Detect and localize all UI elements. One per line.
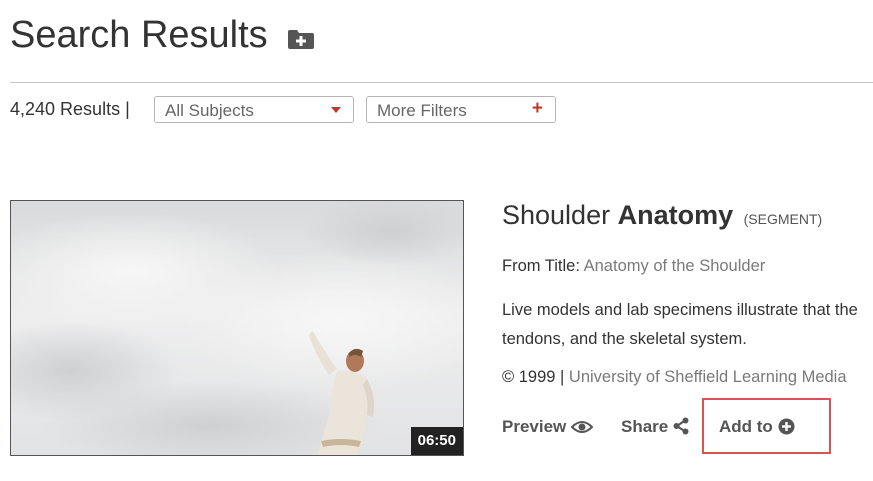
copyright-line: © 1999 | University of Sheffield Learnin… — [502, 368, 847, 387]
share-icon — [673, 417, 689, 435]
from-title-link[interactable]: Anatomy of the Shoulder — [584, 257, 766, 275]
copyright-text: © 1999 | — [502, 368, 565, 386]
result-description: Live models and lab specimens illustrate… — [502, 296, 873, 354]
share-button[interactable]: Share — [621, 417, 689, 437]
plus-circle-icon — [778, 418, 795, 435]
plus-icon: + — [531, 98, 543, 119]
eye-icon — [570, 421, 594, 433]
preview-button[interactable]: Preview — [502, 417, 594, 437]
share-label: Share — [621, 417, 669, 436]
preview-label: Preview — [502, 417, 567, 436]
description-line: Live models and lab specimens illustrate… — [502, 301, 858, 319]
more-filters-label: More Filters — [377, 101, 467, 120]
subjects-dropdown-label: All Subjects — [165, 101, 254, 120]
result-type: (SEGMENT) — [743, 211, 823, 227]
from-title-label: From Title: — [502, 257, 580, 275]
more-filters-button[interactable]: More Filters + — [366, 96, 556, 123]
search-results-page: Search Results 4,240 Results | All Subje… — [0, 0, 873, 481]
video-thumbnail[interactable]: 06:50 — [10, 200, 464, 456]
video-duration: 06:50 — [410, 427, 463, 455]
result-title[interactable]: Shoulder Anatomy (SEGMENT) — [502, 200, 822, 231]
from-title: From Title: Anatomy of the Shoulder — [502, 257, 765, 276]
thumbnail-image — [11, 201, 463, 455]
add-to-button[interactable]: Add to — [719, 417, 795, 437]
header-divider — [10, 82, 873, 83]
description-line: tendons, and the skeletal system. — [502, 330, 747, 348]
publisher-link[interactable]: University of Sheffield Learning Media — [569, 368, 847, 386]
results-count: 4,240 Results | — [10, 99, 130, 119]
subjects-dropdown[interactable]: All Subjects — [154, 96, 354, 123]
chevron-down-icon — [331, 107, 341, 113]
page-title: Search Results — [10, 14, 268, 56]
result-title-prefix: Shoulder — [502, 200, 611, 230]
folder-plus-icon — [288, 30, 314, 49]
add-to-label: Add to — [719, 417, 773, 436]
add-folder-button[interactable] — [287, 28, 315, 50]
result-title-bold: Anatomy — [617, 200, 734, 230]
